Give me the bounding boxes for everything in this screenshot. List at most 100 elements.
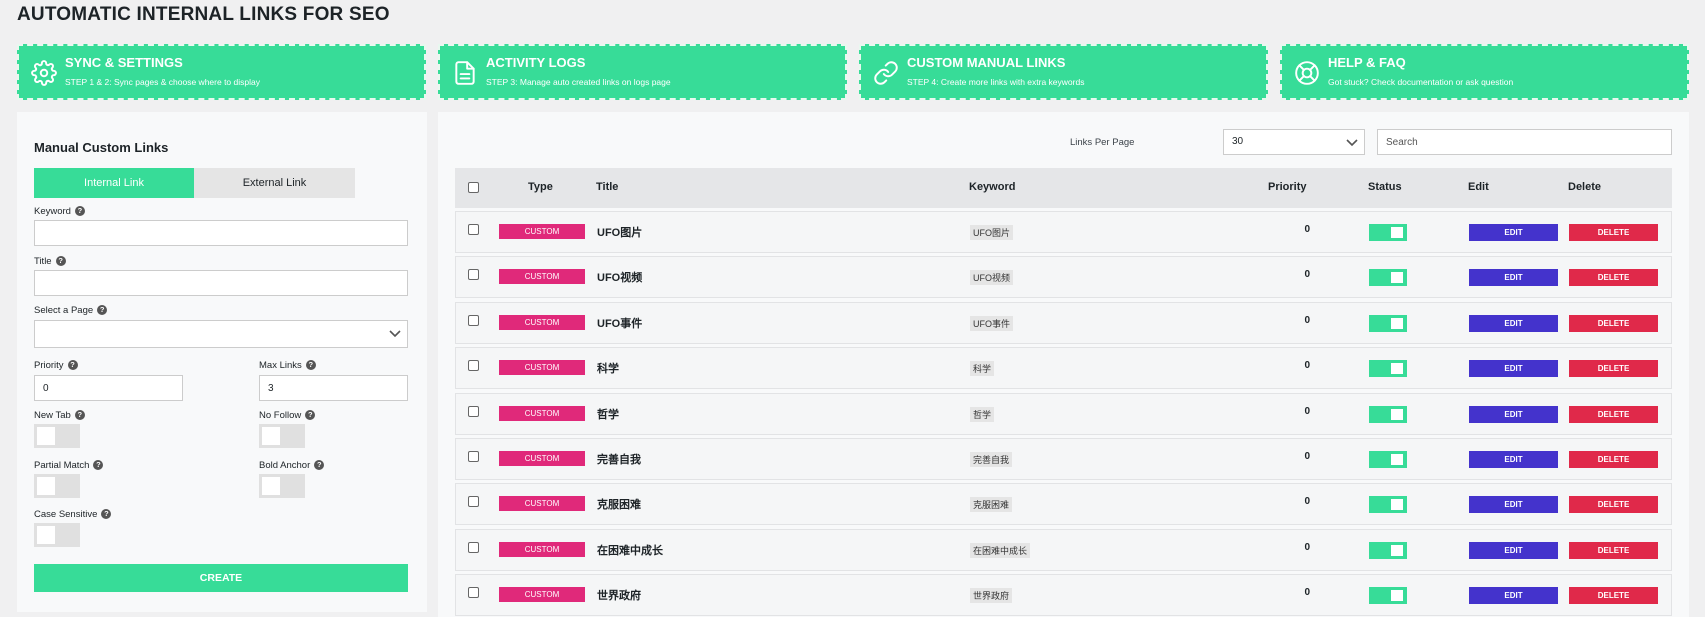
select-page-label-text: Select a Page (34, 305, 94, 316)
links-per-page-select[interactable]: 30 (1223, 129, 1365, 155)
help-icon[interactable]: ? (97, 305, 108, 315)
edit-button[interactable]: EDIT (1469, 224, 1558, 241)
case-sensitive-label-text: Case Sensitive (34, 509, 98, 520)
no-follow-toggle[interactable] (259, 424, 305, 448)
select-all-checkbox[interactable] (468, 182, 479, 193)
edit-button[interactable]: EDIT (1469, 587, 1558, 605)
table-row: CUSTOM 克服困难 克服困难 0 EDIT DELETE (455, 483, 1672, 526)
status-toggle[interactable] (1369, 587, 1407, 605)
toggle-knob (1391, 544, 1403, 556)
help-icon[interactable]: ? (101, 509, 112, 519)
partial-match-label-text: Partial Match (34, 460, 90, 471)
status-toggle[interactable] (1369, 405, 1407, 423)
keyword-input[interactable] (34, 220, 408, 246)
row-priority: 0 (1304, 587, 1310, 599)
delete-button[interactable]: DELETE (1569, 360, 1658, 378)
max-links-input[interactable] (259, 375, 408, 401)
edit-button[interactable]: EDIT (1469, 360, 1558, 378)
links-per-page-label: Links Per Page (1070, 137, 1135, 148)
edit-button[interactable]: EDIT (1469, 451, 1558, 468)
toggle-knob (1391, 227, 1403, 238)
table-row: CUSTOM 在困难中成长 在困难中成长 0 EDIT DELETE (455, 528, 1672, 571)
status-toggle[interactable] (1369, 224, 1407, 241)
delete-button[interactable]: DELETE (1569, 405, 1658, 423)
row-checkbox[interactable] (468, 360, 479, 372)
bold-anchor-toggle[interactable] (259, 474, 305, 498)
help-icon[interactable]: ? (305, 410, 316, 420)
status-toggle[interactable] (1369, 541, 1407, 559)
col-delete: Delete (1568, 181, 1602, 193)
help-icon[interactable]: ? (305, 360, 316, 370)
edit-button[interactable]: EDIT (1469, 269, 1558, 287)
help-icon[interactable]: ? (67, 360, 78, 370)
help-icon[interactable]: ? (74, 410, 85, 420)
type-badge: CUSTOM (499, 314, 585, 330)
card-help-faq[interactable]: HELP & FAQ Got stuck? Check documentatio… (1280, 44, 1689, 100)
delete-button[interactable]: DELETE (1569, 451, 1658, 468)
status-toggle[interactable] (1369, 314, 1407, 332)
card-sync-settings[interactable]: SYNC & SETTINGS STEP 1 & 2: Sync pages &… (17, 44, 426, 100)
partial-match-toggle[interactable] (34, 474, 80, 498)
row-checkbox[interactable] (468, 496, 479, 508)
select-page-dropdown[interactable] (34, 320, 408, 348)
help-icon[interactable]: ? (314, 460, 325, 470)
select-page-label: Select a Page? (34, 305, 108, 316)
row-checkbox[interactable] (468, 224, 479, 235)
toggle-knob (1391, 272, 1403, 284)
help-icon[interactable]: ? (74, 206, 85, 216)
col-priority: Priority (1268, 181, 1307, 193)
tab-internal-link[interactable]: Internal Link (34, 168, 194, 198)
card-title: SYNC & SETTINGS (65, 55, 183, 70)
delete-button[interactable]: DELETE (1569, 587, 1658, 605)
tab-external-link[interactable]: External Link (194, 168, 355, 198)
max-links-label-text: Max Links (259, 360, 302, 371)
links-table-panel: Links Per Page 30 Type Title Keyword Pri… (438, 112, 1689, 617)
row-checkbox[interactable] (468, 587, 479, 599)
help-icon[interactable]: ? (93, 460, 104, 470)
edit-button[interactable]: EDIT (1469, 496, 1558, 514)
row-title: 哲学 (597, 408, 619, 421)
row-keyword: 克服困难 (970, 497, 1013, 513)
new-tab-toggle[interactable] (34, 424, 80, 448)
lifebuoy-icon (1295, 61, 1319, 85)
link-type-tabs: Internal Link External Link (34, 168, 355, 198)
new-tab-label-text: New Tab (34, 410, 71, 421)
partial-match-label: Partial Match? (34, 460, 104, 471)
row-keyword: UFO视频 (970, 270, 1013, 286)
case-sensitive-toggle[interactable] (34, 523, 80, 547)
table-row: CUSTOM UFO视频 UFO视频 0 EDIT DELETE (455, 256, 1672, 299)
row-checkbox[interactable] (468, 314, 479, 326)
delete-button[interactable]: DELETE (1569, 224, 1658, 241)
delete-button[interactable]: DELETE (1569, 314, 1658, 332)
search-input[interactable] (1377, 129, 1672, 155)
row-checkbox[interactable] (468, 405, 479, 417)
col-keyword: Keyword (969, 181, 1016, 193)
card-subtitle: STEP 3: Manage auto created links on log… (486, 77, 671, 87)
priority-input[interactable] (34, 375, 183, 401)
edit-button[interactable]: EDIT (1469, 314, 1558, 332)
row-priority: 0 (1304, 314, 1310, 326)
status-toggle[interactable] (1369, 269, 1407, 287)
card-activity-logs[interactable]: ACTIVITY LOGS STEP 3: Manage auto create… (438, 44, 847, 100)
status-toggle[interactable] (1369, 360, 1407, 378)
title-input[interactable] (34, 270, 408, 296)
form-title: Manual Custom Links (34, 140, 169, 155)
create-button[interactable]: CREATE (34, 564, 408, 592)
row-checkbox[interactable] (468, 541, 479, 553)
card-subtitle: STEP 1 & 2: Sync pages & choose where to… (65, 77, 260, 87)
delete-button[interactable]: DELETE (1569, 496, 1658, 514)
delete-button[interactable]: DELETE (1569, 541, 1658, 559)
help-icon[interactable]: ? (55, 256, 66, 266)
row-keyword: 完善自我 (970, 452, 1013, 467)
card-custom-manual-links[interactable]: CUSTOM MANUAL LINKS STEP 4: Create more … (859, 44, 1268, 100)
row-checkbox[interactable] (468, 451, 479, 462)
row-checkbox[interactable] (468, 269, 479, 281)
row-title: 世界政府 (597, 590, 641, 603)
edit-button[interactable]: EDIT (1469, 541, 1558, 559)
type-badge: CUSTOM (499, 224, 585, 239)
max-links-label: Max Links? (259, 360, 316, 371)
edit-button[interactable]: EDIT (1469, 405, 1558, 423)
status-toggle[interactable] (1369, 496, 1407, 514)
delete-button[interactable]: DELETE (1569, 269, 1658, 287)
status-toggle[interactable] (1369, 451, 1407, 468)
